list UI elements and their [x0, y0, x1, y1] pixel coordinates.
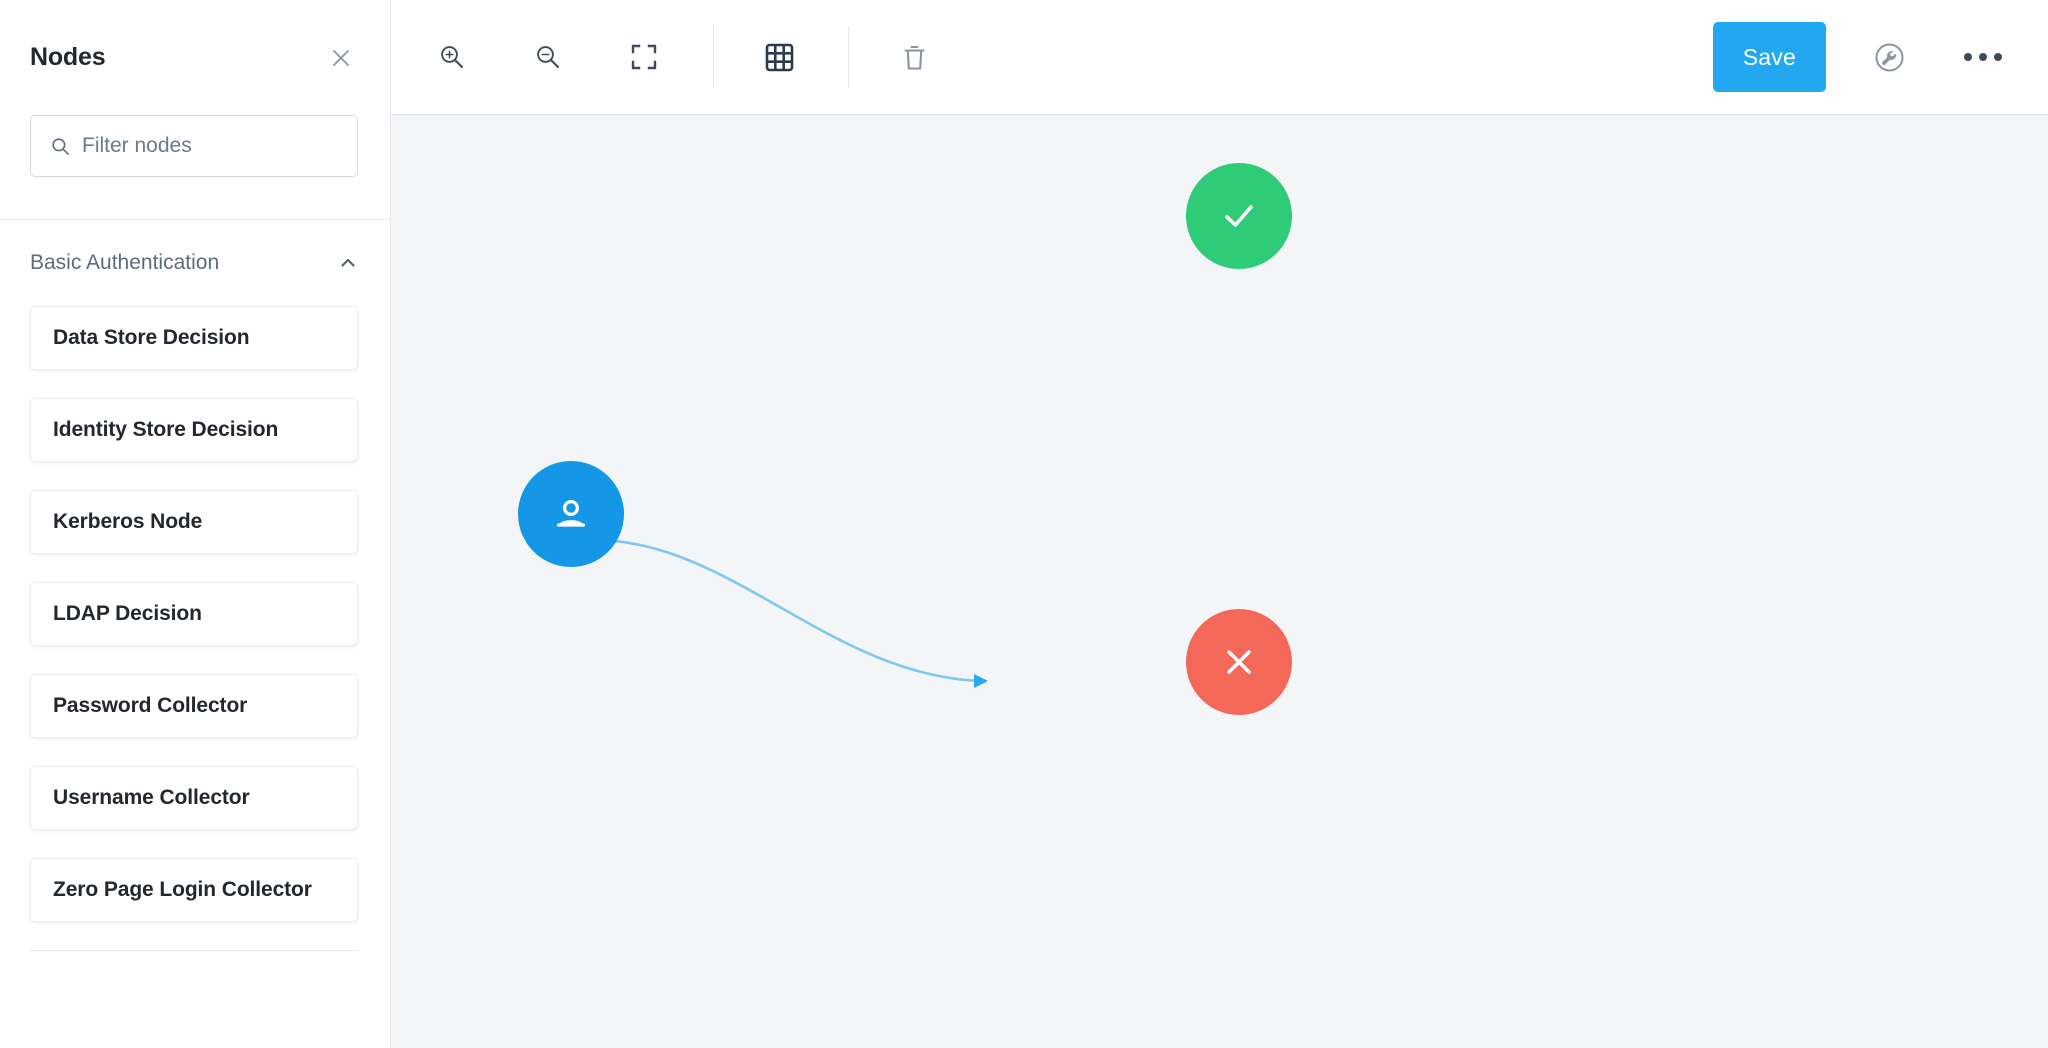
node-card-kerberos-node[interactable]: Kerberos Node	[30, 490, 358, 554]
canvas-toolbar: Save	[391, 0, 2048, 115]
flow-node-failure[interactable]	[1186, 609, 1292, 715]
node-card-label: Password Collector	[53, 694, 248, 717]
node-card-ldap-decision[interactable]: LDAP Decision	[30, 582, 358, 646]
node-list: Data Store Decision Identity Store Decis…	[0, 306, 390, 922]
zoom-in-icon	[441, 46, 464, 69]
zoom-in-button[interactable]	[421, 26, 483, 88]
section-divider	[30, 950, 358, 951]
nodes-sidebar: Nodes Basic Authenticatio	[0, 0, 391, 1048]
flow-node-start[interactable]	[518, 461, 624, 567]
node-card-username-collector[interactable]: Username Collector	[30, 766, 358, 830]
close-x-icon	[1227, 650, 1251, 674]
toolbar-separator	[848, 26, 849, 88]
delete-button[interactable]	[883, 26, 945, 88]
chevron-up-icon[interactable]	[338, 253, 358, 273]
section-header-basic-authentication[interactable]: Basic Authentication	[30, 220, 358, 306]
filter-nodes-input[interactable]	[82, 134, 337, 158]
node-card-zero-page-login-collector[interactable]: Zero Page Login Collector	[30, 858, 358, 922]
connection-start-to-failure[interactable]	[570, 538, 982, 683]
ellipsis-icon	[1964, 53, 2002, 61]
sidebar-header: Nodes	[0, 0, 390, 115]
user-icon	[556, 500, 586, 527]
close-icon	[333, 49, 349, 66]
node-card-label: Zero Page Login Collector	[53, 878, 312, 901]
section-basic-authentication: Basic Authentication	[0, 220, 390, 306]
connection-arrowhead	[974, 674, 988, 688]
wrench-circle-icon	[1875, 43, 1903, 71]
fullscreen-icon	[631, 44, 657, 70]
flow-node-success[interactable]	[1186, 163, 1292, 269]
filter-nodes-box[interactable]	[30, 115, 358, 177]
more-options-button[interactable]	[1952, 26, 2014, 88]
node-card-password-collector[interactable]: Password Collector	[30, 674, 358, 738]
toolbar-separator	[713, 26, 714, 88]
fit-to-screen-button[interactable]	[613, 26, 675, 88]
flow-editor-app: Nodes Basic Authenticatio	[0, 0, 2048, 1048]
main-area: Save	[391, 0, 2048, 1048]
node-card-data-store-decision[interactable]: Data Store Decision	[30, 306, 358, 370]
node-card-label: Kerberos Node	[53, 510, 203, 533]
zoom-out-button[interactable]	[517, 26, 579, 88]
node-card-identity-store-decision[interactable]: Identity Store Decision	[30, 398, 358, 462]
page-title: Nodes	[30, 43, 106, 71]
node-card-label: Username Collector	[53, 786, 250, 809]
flow-canvas[interactable]	[391, 115, 2048, 1048]
section-label: Basic Authentication	[30, 251, 220, 274]
filter-wrapper	[0, 115, 390, 177]
node-card-label: Data Store Decision	[53, 326, 250, 349]
node-card-label: LDAP Decision	[53, 602, 202, 625]
settings-button[interactable]	[1858, 26, 1920, 88]
save-button[interactable]: Save	[1712, 22, 1826, 92]
search-icon	[51, 137, 70, 156]
toggle-grid-button[interactable]	[748, 26, 810, 88]
check-icon	[1225, 205, 1253, 227]
zoom-out-icon	[537, 46, 560, 69]
trash-icon	[903, 45, 925, 70]
grid-icon	[765, 43, 793, 71]
close-sidebar-button[interactable]	[324, 41, 358, 75]
node-card-label: Identity Store Decision	[53, 418, 279, 441]
